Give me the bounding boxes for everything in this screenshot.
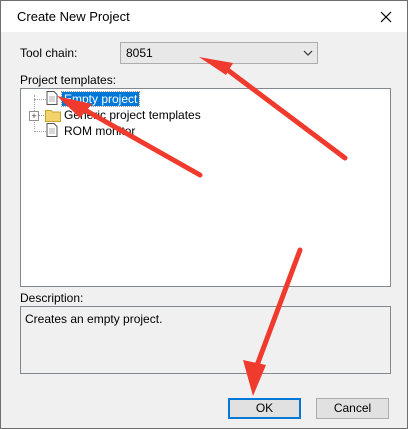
chevron-down-icon [303, 50, 313, 56]
description-box: Creates an empty project. [20, 306, 391, 374]
tree-item-label: Empty project [60, 91, 141, 107]
expand-icon[interactable]: + [29, 111, 39, 121]
tree-item-empty-project[interactable]: Empty project [60, 91, 141, 107]
toolchain-value: 8051 [126, 46, 153, 60]
toolchain-label: Tool chain: [20, 46, 78, 60]
close-button[interactable] [375, 7, 397, 27]
close-icon [380, 11, 392, 23]
create-project-dialog: Create New Project Tool chain: 8051 Proj… [0, 0, 408, 429]
templates-tree[interactable]: Empty project + Generic project template… [20, 88, 391, 287]
dialog-title: Create New Project [17, 9, 130, 24]
cancel-button[interactable]: Cancel [316, 398, 389, 419]
document-icon [46, 91, 58, 105]
folder-icon [45, 110, 61, 122]
description-text: Creates an empty project. [25, 312, 163, 326]
description-label: Description: [20, 291, 84, 305]
document-icon [46, 123, 58, 137]
tree-item-generic-templates[interactable]: Generic project templates [62, 107, 203, 123]
tree-item-label: Generic project templates [64, 108, 201, 122]
title-bar: Create New Project [1, 1, 407, 32]
tree-item-rom-monitor[interactable]: ROM monitor [62, 123, 137, 139]
toolchain-select[interactable]: 8051 [120, 42, 318, 64]
ok-button[interactable]: OK [228, 398, 301, 419]
tree-item-label: ROM monitor [64, 124, 136, 138]
templates-label: Project templates: [20, 73, 117, 87]
